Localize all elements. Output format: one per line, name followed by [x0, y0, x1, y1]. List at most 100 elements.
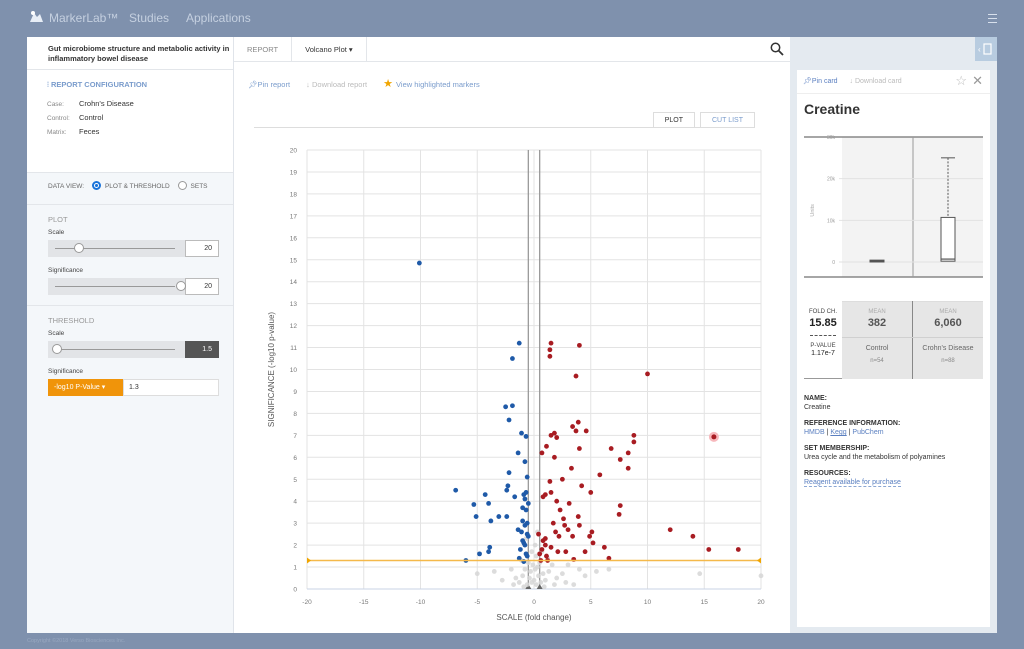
y-tick-label: 20	[290, 148, 298, 155]
data-point-up	[608, 446, 614, 451]
x-axis-label: SCALE (fold change)	[496, 613, 571, 622]
data-point-not-significant	[571, 582, 577, 588]
data-point-up	[539, 547, 545, 552]
data-point-up	[548, 490, 554, 495]
significance-type-dropdown[interactable]: -log10 P-Value ▾	[48, 379, 123, 396]
threshold-settings: THRESHOLD Scale 1.5 Significance -log10 …	[27, 306, 233, 396]
threshold-significance-label: Significance	[48, 368, 84, 375]
data-point-up	[570, 533, 575, 539]
plot-scale-track[interactable]	[48, 240, 185, 257]
link-kegg[interactable]: Kegg	[830, 429, 846, 436]
data-point-up	[554, 498, 560, 504]
data-point-down	[504, 487, 510, 493]
plot-significance-slider[interactable]: 20	[48, 278, 219, 295]
data-point-down	[506, 470, 512, 476]
y-tick-label: 13	[290, 301, 298, 308]
pvalue-value: 1.17e-7	[811, 350, 835, 357]
x-tick-label: -15	[359, 599, 369, 606]
data-point-up	[582, 549, 588, 555]
pin-card-button[interactable]: 📌︎Pin card	[803, 78, 838, 85]
data-point-up	[631, 432, 637, 438]
data-point-down	[512, 494, 518, 500]
link-pubchem[interactable]: PubChem	[852, 429, 883, 436]
top-navigation-bar: MarkerLab™ Studies Applications	[0, 0, 1024, 37]
data-point-down	[524, 474, 530, 480]
x-tick-label: 10	[644, 599, 652, 606]
plot-scale-slider[interactable]: 20	[48, 240, 219, 257]
data-point-up	[575, 419, 581, 425]
link-hmdb[interactable]: HMDB	[804, 429, 825, 436]
threshold-scale-track[interactable]	[48, 341, 185, 358]
y-tick-label: 19	[290, 169, 298, 176]
data-point-down	[524, 520, 530, 526]
threshold-scale-knob[interactable]	[52, 344, 62, 354]
nav-applications[interactable]: Applications	[186, 11, 251, 25]
data-point-down	[487, 544, 493, 550]
data-point-up	[645, 371, 650, 377]
radio-plot-threshold-label[interactable]: PLOT & THRESHOLD	[105, 183, 170, 190]
reagent-link[interactable]: Reagent available for purchase	[804, 479, 901, 487]
plot-significance-input[interactable]: 20	[185, 278, 219, 295]
radio-sets-label[interactable]: SETS	[191, 183, 208, 190]
threshold-scale-slider[interactable]: 1.5	[48, 341, 219, 358]
data-point-not-significant	[532, 542, 538, 548]
x-tick-label: -20	[302, 599, 312, 606]
x-tick-label: -5	[474, 599, 480, 606]
hamburger-icon[interactable]	[988, 14, 997, 23]
plot-significance-track[interactable]	[48, 278, 186, 295]
data-point-not-significant	[516, 580, 522, 585]
plot-scale-knob[interactable]	[74, 243, 85, 253]
markerlab-logo-icon[interactable]	[27, 10, 45, 24]
radio-sets[interactable]	[177, 181, 187, 190]
data-point-up	[577, 446, 582, 451]
data-point-up	[562, 522, 568, 528]
control-name: Control	[865, 345, 889, 352]
data-point-not-significant	[697, 571, 703, 577]
y-tick-label: 1	[293, 565, 297, 572]
radio-plot-threshold[interactable]	[91, 181, 101, 190]
case-n: n=88	[941, 358, 955, 364]
data-point-not-significant	[542, 577, 548, 583]
data-point-down	[523, 507, 529, 513]
close-icon[interactable]: ✕	[972, 73, 983, 89]
data-point-up	[548, 432, 554, 438]
data-point-up	[542, 542, 548, 548]
nav-studies[interactable]: Studies	[129, 11, 169, 25]
threshold-scale-input[interactable]: 1.5	[185, 341, 219, 358]
data-point-down	[510, 356, 515, 361]
data-point-not-significant	[491, 569, 497, 574]
y-tick-label: 9	[293, 389, 297, 396]
y-tick-label: 16	[290, 235, 298, 242]
download-card-button[interactable]: ↓ Download card	[850, 78, 902, 85]
set-heading: SET MEMBERSHIP:	[804, 445, 870, 452]
plot-significance-label: Significance	[48, 267, 84, 274]
data-point-down	[523, 434, 529, 439]
data-point-not-significant	[541, 584, 547, 590]
plot-scale-input[interactable]: 20	[185, 240, 219, 257]
data-point-up	[589, 529, 595, 535]
data-point-down	[516, 340, 522, 346]
brand-name[interactable]: MarkerLab™	[49, 11, 118, 25]
data-point-down	[510, 403, 515, 409]
data-view-selector: DATA VIEW: PLOT & THRESHOLD SETS	[27, 173, 233, 205]
data-point-up	[550, 520, 556, 526]
svg-text:‹: ‹	[978, 45, 981, 54]
data-point-not-significant	[546, 569, 552, 574]
volcano-plot[interactable]: 01234567891011121314151617181920-20 -15 -1…	[234, 37, 790, 633]
data-point-up	[690, 533, 696, 539]
star-outline-icon[interactable]: ☆	[955, 73, 967, 89]
control-mean: 382	[867, 317, 887, 329]
collapse-panel-button[interactable]: ‹	[975, 37, 997, 61]
data-point-not-significant	[535, 564, 540, 570]
data-point-not-significant	[577, 566, 582, 572]
data-point-down	[515, 450, 521, 456]
data-point-up	[556, 533, 562, 539]
plot-significance-knob[interactable]	[176, 281, 186, 291]
highlighted-point	[711, 434, 717, 440]
y-tick-label: 10	[290, 367, 298, 374]
threshold-significance-input[interactable]: 1.3	[123, 379, 219, 396]
box-plot: 0 10k 20k 30k Units	[804, 135, 983, 278]
case-name: Crohn's Disease	[922, 345, 974, 352]
data-point-not-significant	[565, 562, 571, 568]
copyright: Copyright ©2018 Verso Biosciences Inc.	[27, 638, 126, 644]
